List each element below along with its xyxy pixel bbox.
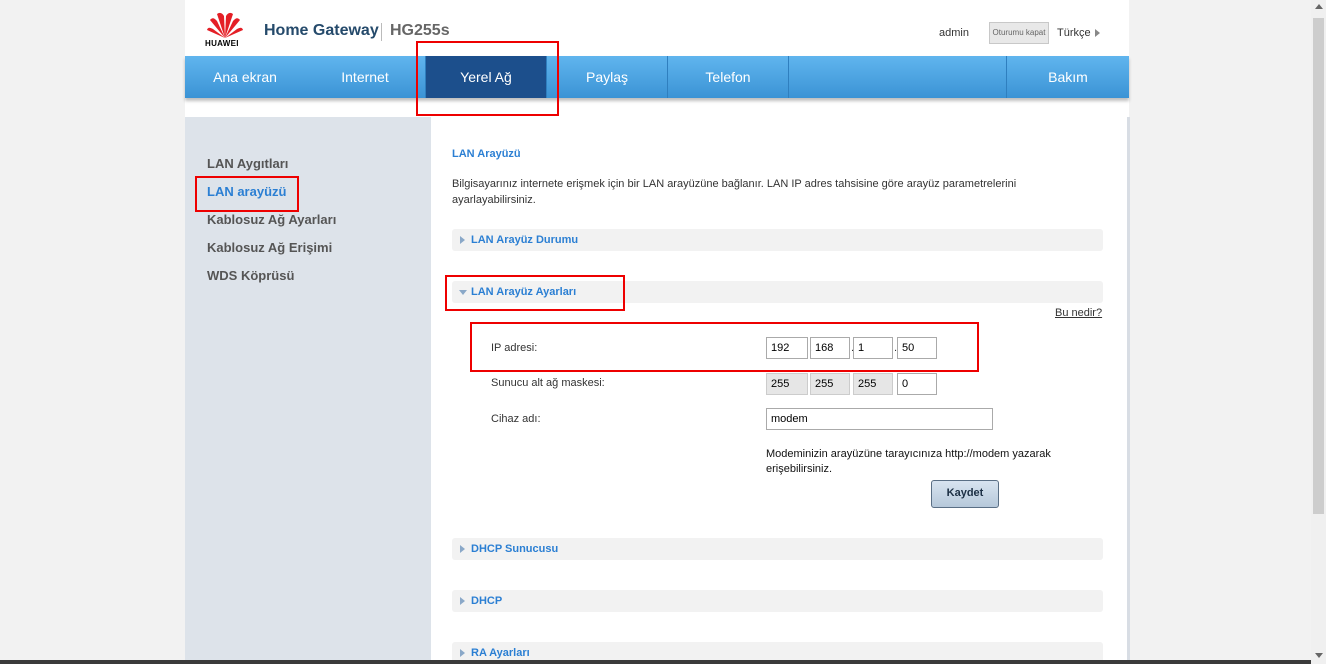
section-dhcp[interactable]: DHCP [452, 590, 1103, 612]
sidebar-item-wireless-access[interactable]: Kablosuz Ağ Erişimi [207, 240, 332, 255]
device-name-input[interactable]: modem [766, 408, 993, 430]
section-label: LAN Arayüz Durumu [471, 234, 579, 246]
subnet-mask-label: Sunucu alt ağ maskesi: [491, 377, 605, 389]
section-label: DHCP Sunucusu [471, 543, 559, 555]
nav-bakim[interactable]: Bakım [1007, 56, 1129, 98]
annotation-box-ip [470, 322, 979, 372]
annotation-box-sidebar [195, 176, 299, 212]
access-hint: Modeminizin arayüzüne tarayıcınıza http:… [766, 448, 1051, 475]
main-nav: Ana ekran Internet Yerel Ağ Paylaş Telef… [185, 56, 1129, 98]
bottom-strip [0, 660, 1311, 664]
help-link[interactable]: Bu nedir? [1055, 307, 1102, 319]
nav-telefon[interactable]: Telefon [668, 56, 788, 98]
mask-octet-2-input: 255 [810, 373, 850, 395]
section-label: RA Ayarları [471, 647, 530, 659]
logout-button[interactable]: Oturumu kapat [989, 22, 1049, 44]
logo-text: HUAWEI [205, 39, 239, 48]
nav-ana-ekran[interactable]: Ana ekran [185, 56, 305, 98]
main-content: LAN Arayüzü Bilgisayarınız internete eri… [431, 117, 1130, 664]
nav-divider [788, 56, 789, 98]
section-dhcp-server[interactable]: DHCP Sunucusu [452, 538, 1103, 560]
mask-octet-1-input: 255 [766, 373, 808, 395]
chevron-right-icon [460, 236, 465, 244]
annotation-box-section [445, 275, 625, 311]
chevron-right-icon [460, 545, 465, 553]
username: admin [939, 27, 969, 39]
section-label: DHCP [471, 595, 503, 607]
page-title: LAN Arayüzü [452, 148, 521, 160]
chevron-right-icon [1094, 29, 1100, 38]
scroll-thumb[interactable] [1313, 18, 1324, 514]
language-label: Türkçe [1057, 27, 1091, 39]
mask-octet-3-input: 255 [853, 373, 893, 395]
sidebar-item-lan-devices[interactable]: LAN Aygıtları [207, 156, 288, 171]
section-lan-status[interactable]: LAN Arayüz Durumu [452, 229, 1103, 251]
page-scrollbar[interactable] [1311, 0, 1326, 664]
language-selector[interactable]: Türkçe [1057, 27, 1100, 39]
header: HUAWEI Home Gateway HG255s admin Oturumu… [185, 2, 1129, 56]
save-button[interactable]: Kaydet [931, 480, 999, 508]
nav-internet[interactable]: Internet [305, 56, 425, 98]
scroll-down-icon[interactable] [1315, 653, 1323, 658]
title-divider [381, 23, 382, 41]
annotation-box-nav [416, 41, 559, 116]
page-description: Bilgisayarınız internete erişmek için bi… [452, 178, 1017, 206]
model-name: HG255s [390, 22, 450, 39]
mask-octet-4-input[interactable]: 0 [897, 373, 937, 395]
nav-paylas[interactable]: Paylaş [547, 56, 667, 98]
sidebar-item-wireless-settings[interactable]: Kablosuz Ağ Ayarları [207, 212, 336, 227]
scroll-up-icon[interactable] [1315, 4, 1323, 9]
chevron-right-icon [460, 597, 465, 605]
chevron-right-icon [460, 649, 465, 657]
sidebar-item-wds-bridge[interactable]: WDS Köprüsü [207, 268, 294, 283]
device-name-label: Cihaz adı: [491, 413, 541, 425]
app-title: Home Gateway [264, 22, 379, 39]
